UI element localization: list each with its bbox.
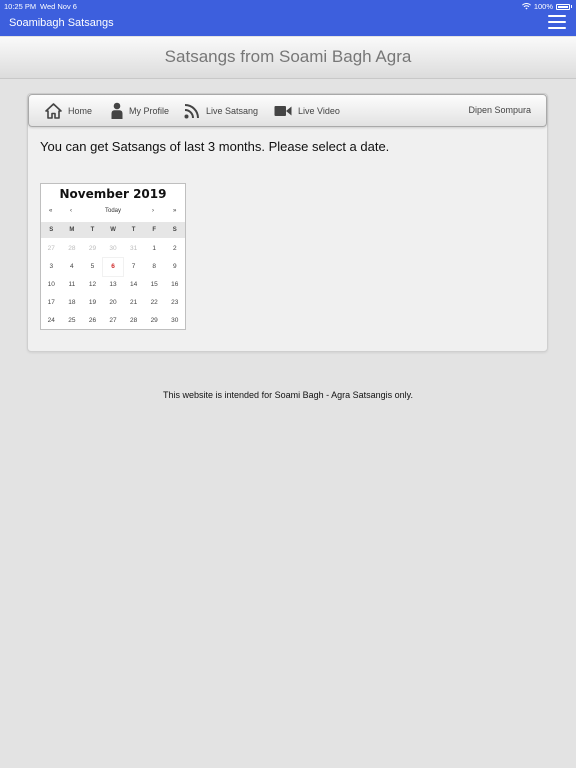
- next-month-button[interactable]: ›: [152, 208, 154, 214]
- nav-profile[interactable]: My Profile: [111, 95, 169, 126]
- calendar-day[interactable]: 10: [41, 276, 62, 294]
- weekday-label: W: [110, 227, 116, 233]
- weekday-label: T: [90, 227, 95, 233]
- calendar-day[interactable]: 9: [164, 258, 185, 276]
- calendar-week-row: 24 25 26 27 28 29 30: [41, 312, 185, 330]
- status-bar: 10:25 PM Wed Nov 6 100%: [0, 0, 576, 12]
- app-top-bar: 10:25 PM Wed Nov 6 100% Soamibagh Satsan…: [0, 0, 576, 36]
- calendar-month-title: November 2019: [59, 187, 167, 201]
- content-panel: Home My Profile Live Satsang Live Video: [27, 93, 548, 352]
- calendar-day[interactable]: 11: [62, 276, 83, 294]
- calendar-day[interactable]: 27: [41, 240, 62, 258]
- status-time: 10:25 PM: [4, 2, 37, 11]
- weekday-label: T: [131, 227, 136, 233]
- status-date: Wed Nov 6: [40, 2, 77, 11]
- nav-live-video[interactable]: Live Video: [274, 95, 340, 126]
- calendar-day-today[interactable]: 6: [102, 258, 124, 276]
- prev-year-button[interactable]: «: [49, 208, 52, 214]
- video-camera-icon: [274, 105, 292, 116]
- calendar-week-row: 27 28 29 30 31 1 2: [41, 240, 185, 258]
- weekday-label: S: [172, 227, 177, 233]
- wifi-icon: [521, 3, 531, 10]
- calendar-day[interactable]: 26: [82, 312, 103, 330]
- date-picker[interactable]: November 2019 « ‹ Today › » S M T W T F …: [40, 183, 186, 330]
- calendar-day[interactable]: 19: [82, 294, 103, 312]
- calendar-day[interactable]: 17: [41, 294, 62, 312]
- nav-live-satsang-label: Live Satsang: [206, 105, 259, 116]
- battery-tip: [571, 5, 572, 8]
- app-title: Soamibagh Satsangs: [9, 17, 114, 29]
- calendar-day[interactable]: 16: [164, 276, 185, 294]
- calendar-day[interactable]: 4: [62, 258, 83, 276]
- calendar-day[interactable]: 20: [103, 294, 124, 312]
- calendar-day[interactable]: 12: [82, 276, 103, 294]
- calendar-day[interactable]: 21: [123, 294, 144, 312]
- weekday-label: S: [49, 227, 54, 233]
- calendar-day[interactable]: 14: [123, 276, 144, 294]
- instruction-text: You can get Satsangs of last 3 months. P…: [40, 139, 390, 154]
- calendar-week-row: 17 18 19 20 21 22 23: [41, 294, 185, 312]
- calendar-day[interactable]: 28: [123, 312, 144, 330]
- calendar-day[interactable]: 23: [164, 294, 185, 312]
- calendar-day[interactable]: 28: [62, 240, 83, 258]
- calendar-day[interactable]: 24: [41, 312, 62, 330]
- nav-live-video-label: Live Video: [298, 105, 340, 116]
- user-icon: [111, 102, 123, 119]
- prev-month-button[interactable]: ‹: [70, 208, 72, 214]
- nav-home-label: Home: [68, 105, 93, 116]
- calendar-day[interactable]: 29: [144, 312, 165, 330]
- calendar-weekday-header: S M T W T F S: [41, 222, 185, 238]
- home-icon: [45, 102, 62, 119]
- calendar-day[interactable]: 18: [62, 294, 83, 312]
- status-right: 100%: [521, 2, 572, 11]
- calendar-nav: « ‹ Today › »: [41, 208, 185, 220]
- next-year-button[interactable]: »: [173, 208, 176, 214]
- footer-note: This website is intended for Soami Bagh …: [163, 390, 413, 400]
- calendar-day[interactable]: 30: [103, 240, 124, 258]
- nav-profile-label: My Profile: [129, 105, 170, 116]
- main-nav: Home My Profile Live Satsang Live Video: [28, 94, 547, 127]
- weekday-label: M: [69, 227, 75, 233]
- calendar-day[interactable]: 31: [123, 240, 144, 258]
- calendar-day[interactable]: 13: [103, 276, 124, 294]
- calendar-day[interactable]: 27: [103, 312, 124, 330]
- calendar-day[interactable]: 7: [123, 258, 144, 276]
- nav-home[interactable]: Home: [45, 95, 92, 126]
- calendar-day[interactable]: 15: [144, 276, 165, 294]
- calendar-day[interactable]: 2: [164, 240, 185, 258]
- battery-icon: [556, 3, 570, 10]
- calendar-day[interactable]: 3: [41, 258, 62, 276]
- calendar-day[interactable]: 1: [144, 240, 165, 258]
- calendar-week-row: 3 4 5 6 7 8 9: [41, 258, 185, 276]
- weekday-label: F: [152, 227, 157, 233]
- calendar-day[interactable]: 5: [82, 258, 103, 276]
- calendar-week-row: 10 11 12 13 14 15 16: [41, 276, 185, 294]
- calendar-day[interactable]: 30: [164, 312, 185, 330]
- nav-live-satsang[interactable]: Live Satsang: [184, 95, 258, 126]
- calendar-day[interactable]: 22: [144, 294, 165, 312]
- calendar-day[interactable]: 8: [144, 258, 165, 276]
- calendar-day[interactable]: 29: [82, 240, 103, 258]
- rss-icon: [184, 103, 199, 118]
- nav-user-name[interactable]: Dipen Sompura: [468, 95, 531, 126]
- calendar-day-grid: 27 28 29 30 31 1 2 3 4 5 6 7 8 9 10 11 1…: [41, 240, 185, 330]
- today-button[interactable]: Today: [105, 208, 121, 214]
- hamburger-menu-icon[interactable]: [548, 15, 566, 29]
- page-title: Satsangs from Soami Bagh Agra: [0, 37, 576, 79]
- calendar-day[interactable]: 25: [62, 312, 83, 330]
- status-battery-label: 100%: [533, 2, 553, 11]
